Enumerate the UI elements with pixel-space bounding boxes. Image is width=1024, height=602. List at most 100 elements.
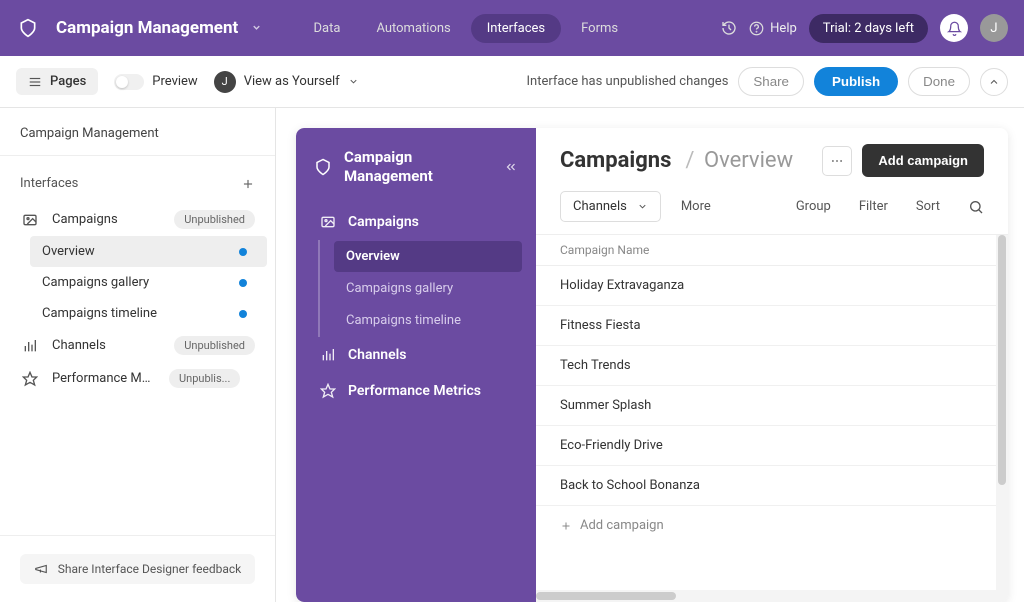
view-as-button[interactable]: J View as Yourself — [214, 71, 359, 93]
appnav-item-performance[interactable]: Performance Metrics — [310, 373, 522, 409]
table-row[interactable]: Holiday ExtravaganzaA fest — [536, 266, 1008, 306]
interface-preview-card: Campaign Management Campaigns Overview C… — [296, 128, 1008, 602]
pages-sidebar: Campaign Management Interfaces Campaigns… — [0, 108, 276, 602]
sidebar-subitems-campaigns: Overview Campaigns gallery Campaigns tim… — [8, 236, 267, 329]
tab-interfaces[interactable]: Interfaces — [471, 14, 561, 43]
help-button[interactable]: Help — [749, 21, 797, 36]
search-button[interactable] — [968, 199, 984, 215]
done-button[interactable]: Done — [908, 67, 970, 96]
content-toolbar: Channels More Group Filter Sort — [536, 191, 1008, 235]
appnav-subitem-overview[interactable]: Overview — [334, 241, 522, 272]
notifications-button[interactable] — [940, 14, 968, 42]
app-nav-title: Campaign Management — [344, 148, 492, 186]
table-row[interactable]: Back to School BonanzaA camp — [536, 466, 1008, 506]
topbar: Campaign Management Data Automations Int… — [0, 0, 1024, 56]
more-actions-button[interactable] — [822, 146, 852, 176]
appnav-subitem-gallery[interactable]: Campaigns gallery — [334, 273, 522, 304]
chevron-down-icon — [251, 18, 262, 38]
bars-icon — [320, 347, 336, 363]
tab-forms[interactable]: Forms — [565, 14, 634, 43]
sidebar-section-header: Interfaces — [0, 156, 275, 203]
app-logo-icon[interactable] — [16, 16, 40, 40]
sidebar-subitem-overview[interactable]: Overview — [30, 236, 267, 267]
sidebar-title: Campaign Management — [0, 108, 275, 156]
feedback-button[interactable]: Share Interface Designer feedback — [20, 554, 255, 584]
changed-dot-icon — [239, 248, 247, 256]
appnav-subitems-campaigns: Overview Campaigns gallery Campaigns tim… — [318, 240, 522, 337]
campaigns-table: Campaign Name Description Holiday Extrav… — [536, 235, 1008, 545]
unpublished-badge: Unpublished — [174, 210, 255, 229]
add-row-button[interactable]: Add campaign — [536, 506, 1008, 545]
breadcrumb-separator: / — [685, 148, 694, 173]
topbar-right: Help Trial: 2 days left J — [721, 14, 1008, 43]
horizontal-scrollbar[interactable] — [536, 590, 996, 602]
table-row[interactable]: Tech TrendsA camp — [536, 346, 1008, 386]
trial-status[interactable]: Trial: 2 days left — [809, 14, 928, 43]
share-button[interactable]: Share — [738, 67, 804, 96]
col-header-name[interactable]: Campaign Name — [560, 243, 1008, 257]
page-title: Campaigns — [560, 148, 671, 173]
publish-button[interactable]: Publish — [814, 67, 898, 96]
chevron-up-button[interactable] — [980, 68, 1008, 96]
app-nav-header: Campaign Management — [310, 140, 522, 204]
breadcrumb: / Overview — [681, 148, 793, 173]
unpublished-badge: Unpublis... — [169, 369, 240, 388]
sidebar-nav: Campaigns Unpublished Overview Campaigns… — [0, 203, 275, 395]
scrollbar-thumb[interactable] — [536, 592, 676, 600]
chevron-down-icon — [637, 201, 648, 212]
user-avatar[interactable]: J — [980, 14, 1008, 42]
sort-button[interactable]: Sort — [916, 199, 940, 214]
history-icon[interactable] — [721, 20, 737, 36]
viewas-avatar: J — [214, 71, 236, 93]
tab-data[interactable]: Data — [298, 14, 357, 43]
bars-icon — [20, 338, 40, 354]
image-icon — [20, 212, 40, 228]
cell-name: Tech Trends — [560, 358, 1008, 373]
cell-name: Holiday Extravaganza — [560, 278, 1008, 293]
content-pane: Campaigns / Overview Add campaign Chan — [536, 128, 1008, 602]
table-row[interactable]: Eco-Friendly DriveA camp — [536, 426, 1008, 466]
preview-toggle[interactable]: Preview — [114, 74, 197, 90]
table-wrap: Campaign Name Description Holiday Extrav… — [536, 235, 1008, 602]
add-interface-button[interactable] — [241, 177, 255, 191]
pages-button[interactable]: Pages — [16, 68, 98, 95]
vertical-scrollbar[interactable] — [996, 235, 1008, 602]
more-filters-button[interactable]: More — [681, 199, 711, 214]
toggle-switch[interactable] — [114, 74, 144, 90]
table-row[interactable]: Fitness FiestaA camp — [536, 306, 1008, 346]
tab-automations[interactable]: Automations — [360, 14, 466, 43]
chevron-down-icon — [348, 76, 359, 87]
star-icon — [20, 371, 40, 387]
sidebar-item-channels[interactable]: Channels Unpublished — [8, 329, 267, 362]
cell-name: Back to School Bonanza — [560, 478, 1008, 493]
group-button[interactable]: Group — [796, 199, 831, 214]
changed-dot-icon — [239, 310, 247, 318]
main-area: Campaign Management Interfaces Campaigns… — [0, 108, 1024, 602]
megaphone-icon — [34, 562, 48, 576]
unpublished-status-text: Interface has unpublished changes — [526, 74, 728, 89]
app-nav: Campaign Management Campaigns Overview C… — [296, 128, 536, 602]
filter-button[interactable]: Filter — [859, 199, 888, 214]
canvas: Campaign Management Campaigns Overview C… — [276, 108, 1024, 602]
sidebar-item-campaigns[interactable]: Campaigns Unpublished — [8, 203, 267, 236]
table-header: Campaign Name Description — [536, 235, 1008, 266]
collapse-nav-button[interactable] — [504, 160, 518, 174]
secondary-right: Interface has unpublished changes Share … — [526, 67, 1008, 96]
changed-dot-icon — [239, 279, 247, 287]
star-icon — [320, 383, 336, 399]
sidebar-subitem-timeline[interactable]: Campaigns timeline — [30, 298, 267, 329]
appnav-item-campaigns[interactable]: Campaigns — [310, 204, 522, 240]
scrollbar-thumb[interactable] — [998, 235, 1006, 485]
channels-dropdown[interactable]: Channels — [560, 191, 661, 222]
table-row[interactable]: Summer SplashA summ — [536, 386, 1008, 426]
sidebar-item-performance[interactable]: Performance Metrics Unpublis... — [8, 362, 267, 395]
add-campaign-button[interactable]: Add campaign — [862, 144, 984, 177]
appnav-subitem-timeline[interactable]: Campaigns timeline — [334, 305, 522, 336]
unpublished-badge: Unpublished — [174, 336, 255, 355]
base-title[interactable]: Campaign Management — [56, 18, 262, 38]
secondary-toolbar: Pages Preview J View as Yourself Interfa… — [0, 56, 1024, 108]
appnav-item-channels[interactable]: Channels — [310, 337, 522, 373]
image-icon — [320, 214, 336, 230]
plus-icon — [560, 520, 572, 532]
sidebar-subitem-gallery[interactable]: Campaigns gallery — [30, 267, 267, 298]
